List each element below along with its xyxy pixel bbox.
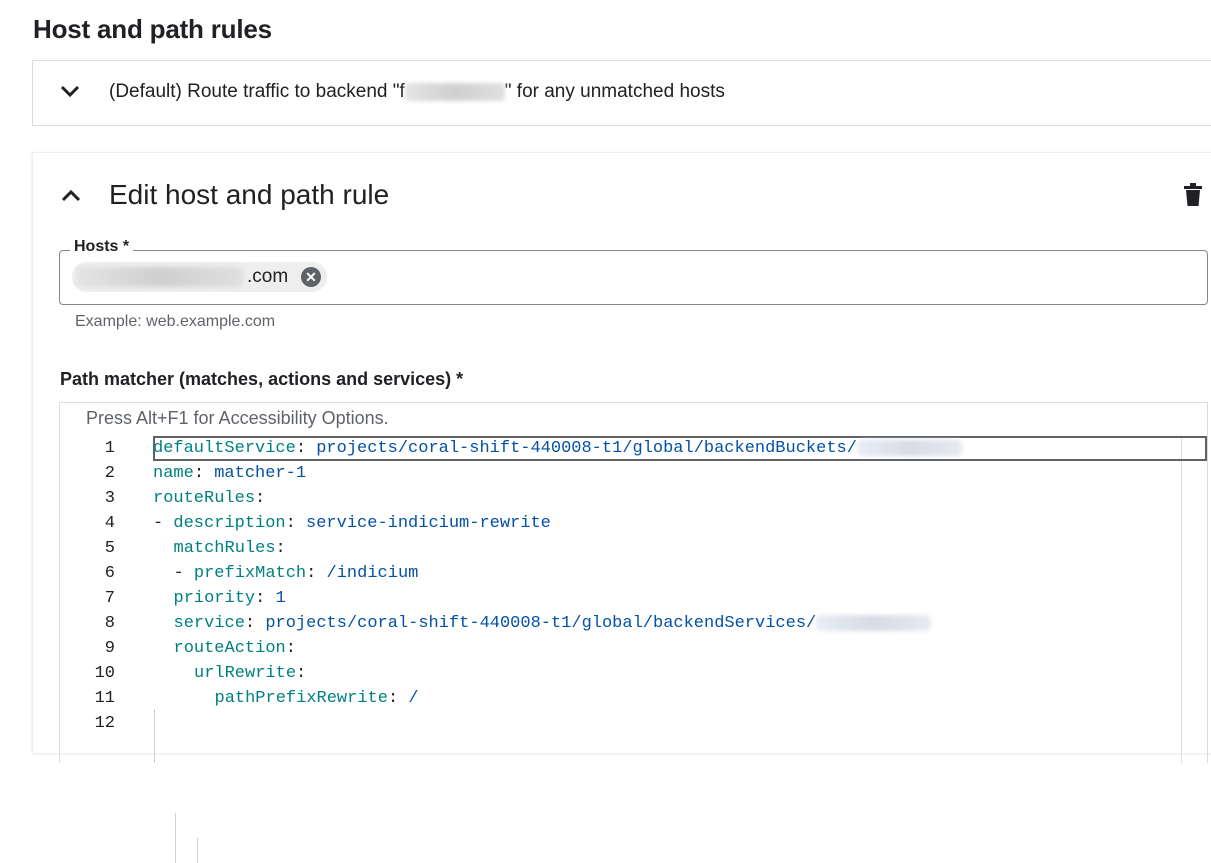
page-title: Host and path rules — [33, 14, 272, 44]
code-content: defaultService: projects/coral-shift-440… — [153, 436, 962, 461]
code-line: 2 name: matcher-1 — [60, 461, 1205, 486]
code-content: pathPrefixRewrite: / — [215, 686, 419, 711]
yaml-key: routeAction — [173, 639, 286, 658]
redacted-host — [76, 267, 243, 287]
line-number: 8 — [104, 614, 115, 633]
redacted-backend-name — [404, 82, 505, 101]
code-line: 12 — [60, 711, 1205, 736]
yaml-dash: - — [173, 564, 194, 583]
yaml-key: name — [153, 464, 194, 483]
line-number: 5 — [104, 539, 115, 558]
code-line: 6 - prefixMatch: /indicium — [60, 561, 1205, 586]
default-rule-text: (Default) Route traffic to backend "f " f… — [109, 81, 725, 103]
yaml-key: service — [173, 614, 245, 633]
yaml-separator: : — [306, 564, 327, 583]
yaml-separator: : — [295, 439, 317, 458]
code-line: 5 matchRules: — [60, 536, 1205, 561]
yaml-value: / — [408, 689, 419, 708]
yaml-separator: : — [255, 489, 266, 508]
indent-guide — [197, 838, 198, 863]
yaml-key: prefixMatch — [193, 564, 307, 583]
code-content: routeRules: — [153, 486, 265, 511]
yaml-key: description — [173, 514, 286, 533]
accessibility-hint: Press Alt+F1 for Accessibility Options. — [86, 408, 389, 428]
indent-guide — [175, 813, 176, 863]
default-rule-suffix: " for any unmatched hosts — [504, 81, 725, 102]
yaml-separator: : — [244, 614, 266, 633]
code-line: 3 routeRules: — [60, 486, 1205, 511]
trash-icon[interactable] — [1182, 183, 1204, 207]
line-number: 1 — [104, 439, 115, 458]
line-number: 6 — [104, 564, 115, 583]
yaml-separator: : — [387, 689, 409, 708]
path-matcher-editor[interactable]: Press Alt+F1 for Accessibility Options. … — [59, 402, 1208, 863]
chevron-up-icon[interactable] — [60, 188, 82, 204]
line-number: 2 — [104, 464, 115, 483]
code-line: 1 defaultService: projects/coral-shift-44… — [60, 436, 1207, 461]
code-line: 11 pathPrefixRewrite: / — [60, 686, 1205, 711]
yaml-value: projects/coral-shift-440008-t1/global/ba… — [265, 614, 817, 633]
yaml-key: urlRewrite — [194, 664, 297, 683]
default-rule-panel[interactable]: (Default) Route traffic to backend "f " f… — [32, 60, 1211, 126]
yaml-key: pathPrefixRewrite — [214, 689, 388, 708]
code-content: - prefixMatch: /indicium — [174, 561, 419, 586]
line-number: 11 — [94, 689, 115, 708]
yaml-value: service-indicium-rewrite — [306, 514, 551, 533]
host-chip-suffix: .com — [247, 266, 289, 287]
path-matcher-label: Path matcher (matches, actions and servi… — [60, 369, 464, 389]
redacted-resource-name — [856, 439, 962, 456]
yaml-value: 1 — [275, 589, 286, 608]
code-content: urlRewrite: — [194, 661, 306, 686]
yaml-separator: : — [193, 464, 215, 483]
yaml-key: matchRules — [173, 539, 276, 558]
code-content: service: projects/coral-shift-440008-t1/… — [174, 611, 932, 636]
yaml-value: projects/coral-shift-440008-t1/global/ba… — [316, 439, 857, 458]
yaml-key: defaultService — [153, 439, 296, 458]
code-line: 10 urlRewrite: — [60, 661, 1205, 686]
cancel-circle-icon[interactable]: ✕ — [301, 267, 321, 287]
line-number: 7 — [104, 589, 115, 608]
edit-rule-panel: Edit host and path rule Hosts * .com ✕ E… — [32, 152, 1211, 863]
redacted-resource-name — [816, 614, 932, 631]
yaml-dash: - — [153, 514, 174, 533]
yaml-key: priority — [173, 589, 256, 608]
edit-rule-title: Edit host and path rule — [109, 179, 390, 210]
code-line: 9 routeAction: — [60, 636, 1205, 661]
hosts-hint: Example: web.example.com — [75, 313, 276, 330]
redacted-initial: f — [399, 81, 405, 102]
yaml-separator: : — [296, 664, 307, 683]
code-content: - description: service-indicium-rewrite — [153, 511, 551, 536]
yaml-key: routeRules — [153, 489, 256, 508]
default-rule-prefix: (Default) Route traffic to backend " — [109, 81, 400, 102]
hosts-label: Hosts * — [70, 238, 134, 256]
host-chip[interactable]: .com ✕ — [72, 262, 327, 292]
line-number: 3 — [104, 489, 115, 508]
line-number: 4 — [104, 514, 115, 533]
code-content: priority: 1 — [174, 586, 286, 611]
code-line: 4 - description: service-indicium-rewrite — [60, 511, 1205, 536]
code-line: 8 service: projects/coral-shift-440008-t1… — [60, 611, 1205, 636]
yaml-separator: : — [255, 589, 276, 608]
line-number: 12 — [94, 714, 115, 733]
code-content: name: matcher-1 — [153, 461, 306, 486]
yaml-value: matcher-1 — [214, 464, 307, 483]
yaml-separator: : — [275, 539, 286, 558]
chevron-down-icon[interactable] — [59, 83, 81, 99]
line-number: 10 — [94, 664, 115, 683]
yaml-separator: : — [285, 514, 307, 533]
yaml-separator: : — [285, 639, 296, 658]
code-content: matchRules: — [174, 536, 286, 561]
yaml-value: /indicium — [326, 564, 419, 583]
code-content: routeAction: — [174, 636, 296, 661]
hosts-field[interactable]: Hosts * .com ✕ — [59, 238, 1208, 305]
code-line: 7 priority: 1 — [60, 586, 1205, 611]
line-number: 9 — [104, 639, 115, 658]
